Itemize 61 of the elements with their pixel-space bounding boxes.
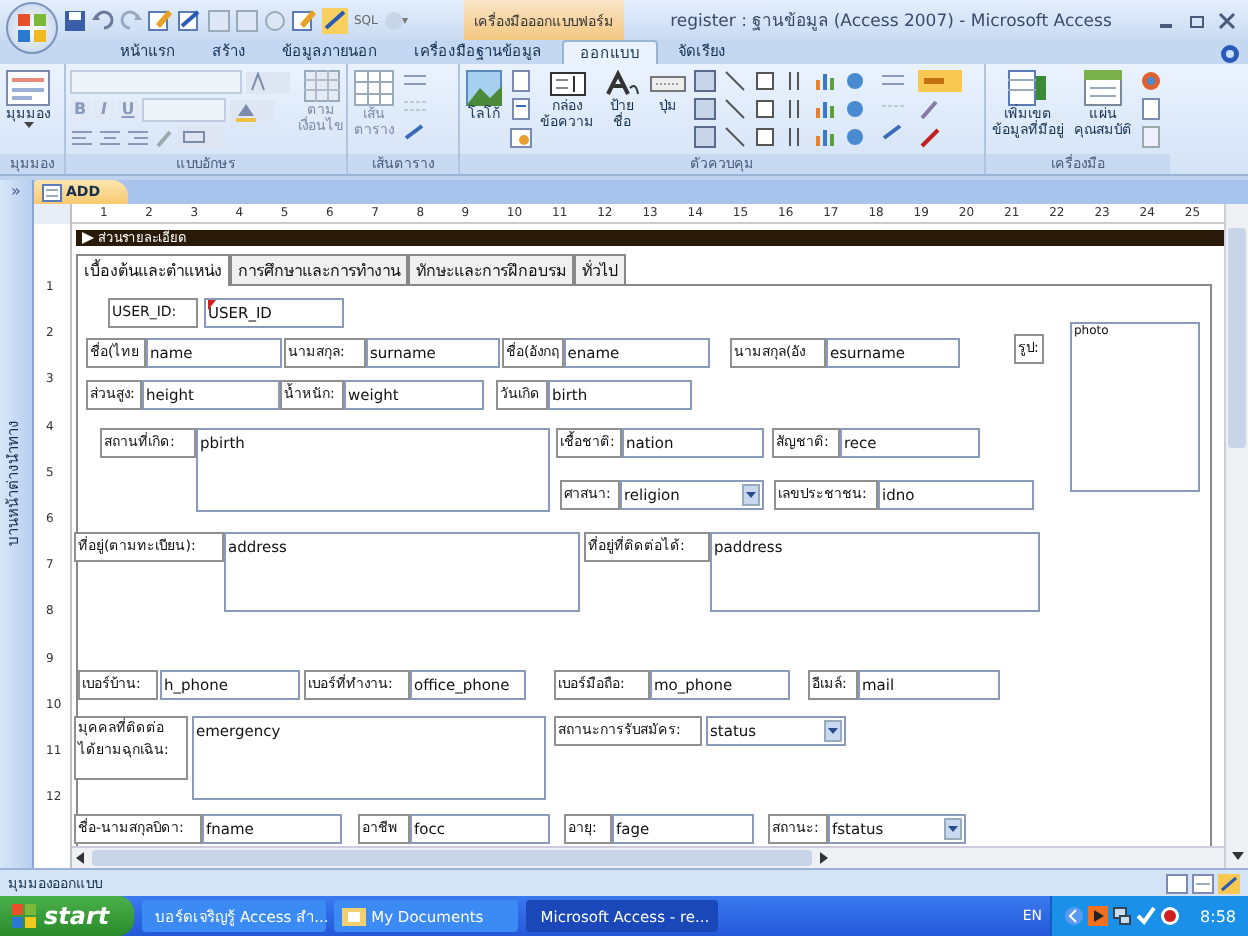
form-tab[interactable]: ทั่วไป bbox=[574, 254, 626, 286]
label-icon bbox=[604, 70, 640, 98]
property-sheet-icon bbox=[1083, 70, 1123, 106]
circle-icon[interactable] bbox=[264, 9, 286, 31]
color-wheel-icon[interactable] bbox=[1140, 70, 1162, 92]
chart-icon[interactable] bbox=[814, 70, 836, 92]
restore-icon[interactable] bbox=[1188, 11, 1206, 29]
folder-icon bbox=[341, 906, 366, 926]
redo-icon[interactable] bbox=[120, 9, 142, 31]
align-center-icon[interactable] bbox=[98, 127, 122, 147]
design-view-icon[interactable] bbox=[1218, 873, 1240, 893]
font-name-field[interactable] bbox=[70, 70, 242, 94]
form-tab[interactable]: ทักษะและการฝึกอบรม bbox=[408, 254, 574, 286]
caret-icon bbox=[23, 122, 33, 128]
align-left-icon[interactable] bbox=[70, 127, 94, 147]
windows-flag-icon bbox=[12, 904, 36, 928]
document-icon[interactable] bbox=[1140, 126, 1162, 148]
media-icon[interactable] bbox=[1088, 906, 1109, 926]
clock: 8:58 bbox=[1200, 907, 1236, 925]
undo-icon[interactable] bbox=[92, 9, 114, 31]
expand-button[interactable]: » bbox=[11, 182, 21, 200]
field-list-icon bbox=[1008, 70, 1048, 106]
network-icon[interactable] bbox=[1112, 906, 1133, 926]
title-icon[interactable] bbox=[510, 98, 532, 120]
fill-color-icon[interactable] bbox=[230, 99, 274, 121]
office-button[interactable] bbox=[6, 2, 58, 54]
ruler-corner bbox=[34, 204, 70, 224]
design-view-icon[interactable] bbox=[178, 8, 202, 32]
close-icon[interactable] bbox=[1218, 11, 1236, 29]
date-time-icon[interactable] bbox=[510, 126, 532, 148]
record-icon[interactable] bbox=[1160, 906, 1181, 926]
document-icon[interactable] bbox=[1140, 98, 1162, 120]
rectangle-icon[interactable] bbox=[754, 70, 776, 92]
command-button-icon bbox=[650, 70, 686, 98]
align-right-icon[interactable] bbox=[126, 127, 150, 147]
section-icon bbox=[82, 232, 94, 244]
design-view-icon[interactable] bbox=[322, 7, 348, 33]
form-view-icon[interactable] bbox=[1166, 873, 1188, 893]
form-view-icon[interactable] bbox=[292, 8, 316, 32]
help-icon[interactable] bbox=[1220, 44, 1240, 64]
textbox-icon bbox=[549, 70, 585, 98]
line-icon[interactable] bbox=[724, 70, 746, 92]
line-color-icon[interactable] bbox=[178, 126, 222, 148]
scroll-down-icon[interactable] bbox=[1229, 848, 1245, 864]
picture-icon bbox=[466, 70, 502, 106]
select-tool-icon[interactable] bbox=[918, 70, 962, 92]
office-logo-icon bbox=[16, 12, 48, 44]
form-tab[interactable]: การศึกษาและการทำงาน bbox=[230, 254, 408, 286]
layout-view-icon[interactable] bbox=[1192, 873, 1214, 893]
form-tab[interactable]: เบื้องต้นและตำแหน่ง bbox=[76, 254, 230, 286]
check-icon[interactable] bbox=[1136, 906, 1157, 926]
vertical-scrollbar[interactable] bbox=[1224, 204, 1248, 868]
page-number-icon[interactable] bbox=[510, 70, 532, 92]
window-title: register : ฐานข้อมูล (Access 2007) - Microsoft Access bbox=[668, 10, 1114, 34]
start-button[interactable]: start bbox=[0, 896, 134, 936]
font-color-icon[interactable] bbox=[246, 71, 290, 93]
save-icon[interactable] bbox=[64, 9, 86, 31]
font-size-field[interactable] bbox=[142, 98, 226, 122]
form-view-icon[interactable] bbox=[148, 8, 172, 32]
toolbar-menu-icon[interactable] bbox=[383, 9, 408, 31]
horizontal-scrollbar[interactable] bbox=[72, 846, 1224, 868]
